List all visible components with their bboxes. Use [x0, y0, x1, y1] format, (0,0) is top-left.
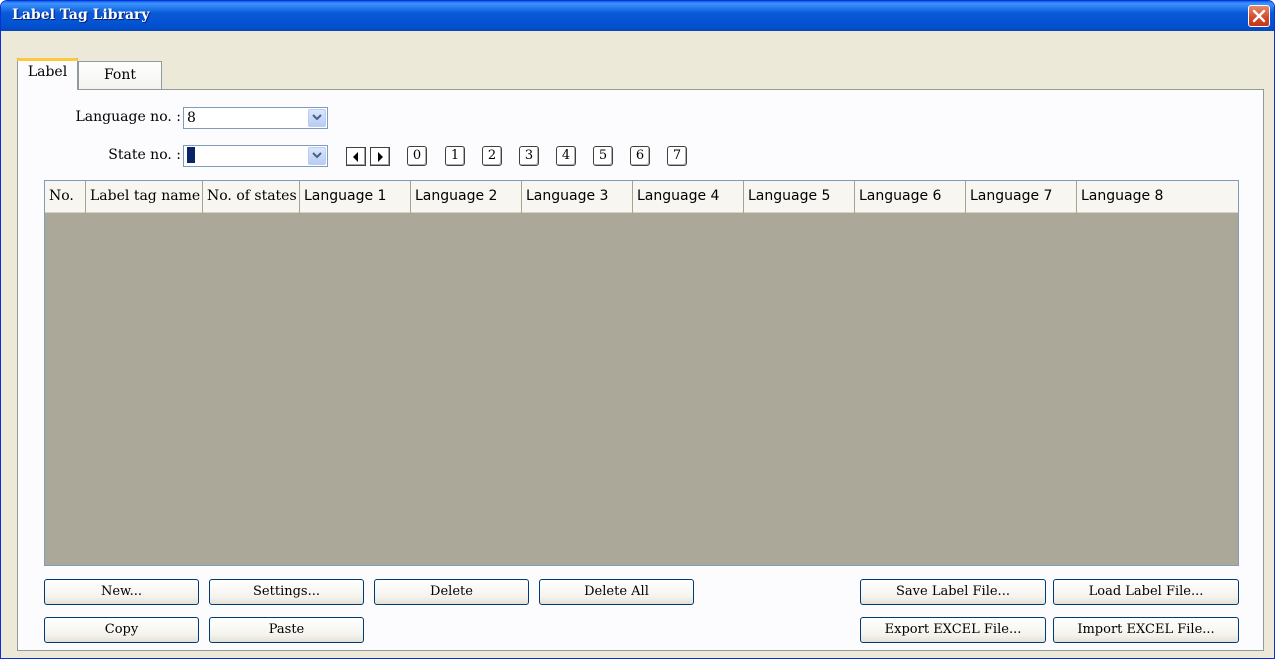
- import-excel-file-button[interactable]: Import EXCEL File...: [1053, 617, 1239, 643]
- load-label-file-button[interactable]: Load Label File...: [1053, 579, 1239, 605]
- column-header-language-1[interactable]: Language 1: [300, 181, 411, 213]
- column-header-language-4[interactable]: Language 4: [633, 181, 744, 213]
- state-button-2[interactable]: 2: [482, 146, 502, 166]
- language-no-value: 8: [187, 110, 196, 126]
- state-button-0[interactable]: 0: [407, 146, 427, 166]
- state-button-1[interactable]: 1: [445, 146, 465, 166]
- export-excel-file-button[interactable]: Export EXCEL File...: [860, 617, 1046, 643]
- label-tag-table[interactable]: No. Label tag name No. of states Languag…: [44, 180, 1239, 566]
- column-header-language-2[interactable]: Language 2: [411, 181, 522, 213]
- state-no-select[interactable]: [183, 145, 328, 167]
- paste-button[interactable]: Paste: [209, 617, 364, 643]
- column-header-language-6[interactable]: Language 6: [855, 181, 966, 213]
- state-button-3[interactable]: 3: [519, 146, 539, 166]
- delete-all-button[interactable]: Delete All: [539, 579, 694, 605]
- chevron-down-icon[interactable]: [308, 147, 326, 165]
- language-no-select[interactable]: 8: [183, 107, 328, 129]
- copy-button[interactable]: Copy: [44, 617, 199, 643]
- column-header-no[interactable]: No.: [45, 181, 86, 213]
- state-button-7[interactable]: 7: [667, 146, 687, 166]
- save-label-file-button[interactable]: Save Label File...: [860, 579, 1046, 605]
- settings-button[interactable]: Settings...: [209, 579, 364, 605]
- state-button-5[interactable]: 5: [593, 146, 613, 166]
- delete-button[interactable]: Delete: [374, 579, 529, 605]
- title-bar[interactable]: Label Tag Library: [1, 1, 1274, 31]
- column-header-language-7[interactable]: Language 7: [966, 181, 1077, 213]
- tab-label[interactable]: Label: [17, 58, 78, 90]
- state-no-label: State no. :: [108, 147, 181, 163]
- table-header: No. Label tag name No. of states Languag…: [45, 181, 1238, 213]
- prev-state-button[interactable]: [346, 147, 366, 166]
- column-header-no-of-states[interactable]: No. of states: [203, 181, 300, 213]
- arrow-right-icon: [378, 152, 383, 162]
- close-button[interactable]: [1248, 5, 1270, 27]
- state-button-4[interactable]: 4: [556, 146, 576, 166]
- text-selection-highlight: [187, 147, 195, 163]
- column-header-language-8[interactable]: Language 8: [1077, 181, 1238, 213]
- new-button[interactable]: New...: [44, 579, 199, 605]
- column-header-language-5[interactable]: Language 5: [744, 181, 855, 213]
- column-header-language-3[interactable]: Language 3: [522, 181, 633, 213]
- state-button-6[interactable]: 6: [630, 146, 650, 166]
- state-no-value: [187, 147, 195, 164]
- language-no-label: Language no. :: [75, 109, 182, 125]
- label-tag-library-window: Label Tag Library Label Font Language no…: [0, 0, 1275, 659]
- arrow-left-icon: [353, 152, 358, 162]
- column-header-label-tag-name[interactable]: Label tag name: [86, 181, 203, 213]
- next-state-button[interactable]: [370, 147, 390, 166]
- chevron-down-icon[interactable]: [308, 109, 326, 127]
- window-title: Label Tag Library: [12, 7, 150, 23]
- close-icon: [1252, 9, 1266, 23]
- tab-font[interactable]: Font: [78, 61, 162, 91]
